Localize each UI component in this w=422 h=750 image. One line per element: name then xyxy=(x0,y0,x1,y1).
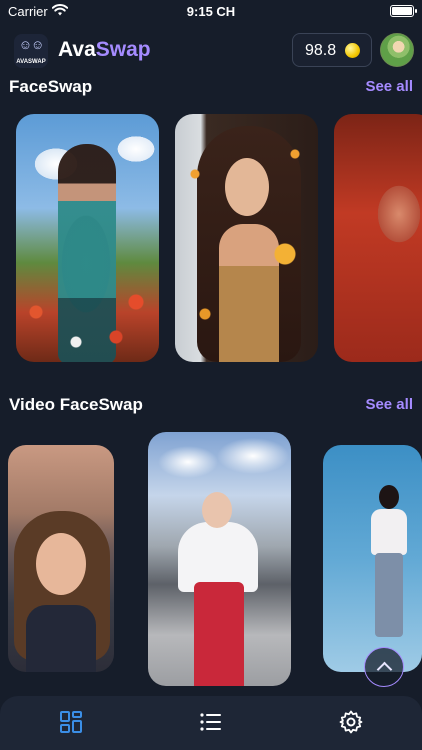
section-title-faceswap: FaceSwap xyxy=(9,77,93,96)
card-head xyxy=(379,485,399,509)
app-header: ☺☺ AVASWAP AvaSwap 98.8 xyxy=(0,26,422,76)
card-butterflies xyxy=(175,114,318,362)
app-logo: ☺☺ AVASWAP xyxy=(14,34,48,68)
card-skirt xyxy=(194,582,244,686)
clock: 9:15 CH xyxy=(186,4,236,19)
see-all-faceswap-link[interactable]: See all xyxy=(365,78,413,95)
app-title-swap: Swap xyxy=(95,38,151,61)
bottom-tab-bar xyxy=(0,696,422,750)
card-pants xyxy=(375,553,403,637)
card-head xyxy=(202,492,232,528)
list-icon[interactable] xyxy=(199,710,223,734)
section-header-faceswap: FaceSwap See all xyxy=(9,77,413,99)
faceswap-template-card[interactable] xyxy=(16,114,159,362)
faceswap-template-card[interactable] xyxy=(334,114,422,362)
logo-text: AVASWAP xyxy=(16,59,46,65)
card-flowers xyxy=(16,282,159,362)
coin-balance-button[interactable]: 98.8 xyxy=(292,33,372,67)
gear-icon[interactable] xyxy=(339,710,363,734)
video-template-card[interactable] xyxy=(323,445,422,672)
card-face xyxy=(36,533,86,595)
scroll-to-top-button[interactable] xyxy=(364,647,404,687)
chevron-up-icon xyxy=(376,661,393,678)
app-title-ava: Ava xyxy=(58,38,96,61)
section-header-video-faceswap: Video FaceSwap See all xyxy=(9,395,413,417)
profile-avatar[interactable] xyxy=(380,33,414,67)
coin-icon xyxy=(345,43,360,58)
coin-balance-value: 98.8 xyxy=(305,42,337,59)
card-top xyxy=(371,509,407,555)
battery-icon xyxy=(390,5,417,17)
card-shirt xyxy=(26,605,96,672)
faceswap-template-card[interactable] xyxy=(175,114,318,362)
app-title: AvaSwap xyxy=(58,38,151,62)
grid-icon[interactable] xyxy=(59,710,83,734)
see-all-video-faceswap-link[interactable]: See all xyxy=(365,396,413,413)
faces-icon: ☺☺ xyxy=(18,37,45,52)
video-template-card[interactable] xyxy=(8,445,114,672)
video-template-card[interactable] xyxy=(148,432,291,686)
status-bar: Carrier 9:15 CH xyxy=(0,0,422,24)
section-title-video-faceswap: Video FaceSwap xyxy=(9,395,143,414)
